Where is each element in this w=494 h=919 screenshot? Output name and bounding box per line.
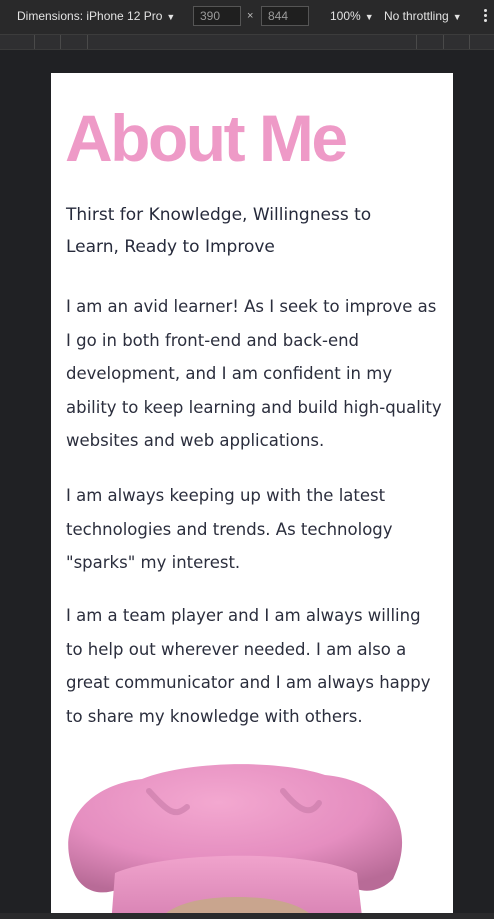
- caret-down-icon: ▼: [166, 12, 176, 22]
- zoom-label: 100%: [330, 9, 361, 23]
- devtools-device-toolbar: Dimensions: iPhone 12 Pro▼ × 100%▼ No th…: [0, 0, 494, 35]
- times-icon: ×: [247, 10, 254, 22]
- chef-hat-avatar: [68, 764, 403, 919]
- device-selector-label: Dimensions: iPhone 12 Pro: [17, 9, 163, 23]
- caret-down-icon: ▼: [364, 12, 374, 22]
- device-viewport[interactable]: About Me Thirst for Knowledge, Willingne…: [51, 73, 453, 919]
- page-title: About Me: [65, 101, 348, 175]
- device-selector[interactable]: Dimensions: iPhone 12 Pro ▼: [17, 9, 175, 23]
- width-input[interactable]: [193, 6, 241, 26]
- ruler-divider: [416, 35, 417, 49]
- ruler-divider: [60, 35, 61, 49]
- more-vertical-icon[interactable]: [484, 9, 487, 24]
- caret-down-icon: ▼: [452, 12, 462, 22]
- throttling-selector[interactable]: No throttling ▼: [384, 9, 462, 23]
- ruler-divider: [469, 35, 470, 49]
- media-query-bar[interactable]: [0, 35, 494, 50]
- ruler-divider: [34, 35, 35, 49]
- zoom-selector[interactable]: 100% ▼: [330, 9, 374, 23]
- throttling-label: No throttling: [384, 9, 449, 23]
- ruler-divider: [443, 35, 444, 49]
- ruler-divider: [87, 35, 88, 49]
- height-input[interactable]: [261, 6, 309, 26]
- page-subtitle: Thirst for Knowledge, Willingness to Lea…: [66, 205, 372, 257]
- about-paragraph: I am an avid learner! As I seek to impro…: [66, 297, 442, 450]
- about-paragraph: I am always keeping up with the latest t…: [66, 486, 393, 572]
- devtools-bottom-edge: [0, 913, 494, 919]
- about-paragraph: I am a team player and I am always willi…: [66, 606, 431, 726]
